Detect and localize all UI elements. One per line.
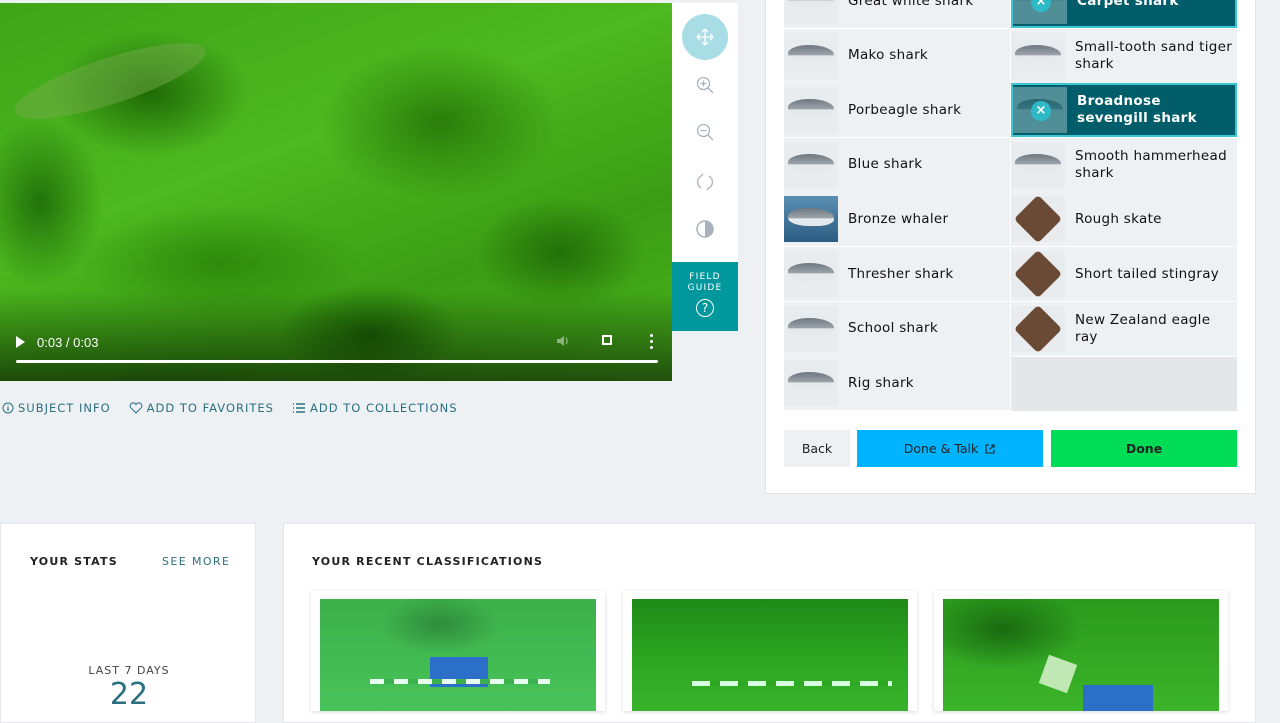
- species-choice-label: Rough skate: [1075, 210, 1162, 227]
- species-choice[interactable]: Small-tooth sand tiger shark: [1011, 28, 1237, 83]
- species-choice-label: Carpet shark: [1077, 0, 1179, 9]
- species-thumbnail: [784, 305, 838, 352]
- subject-meta-links: SUBJECT INFO ADD TO FAVORITES ADD TO COL…: [2, 401, 458, 415]
- video-seek-bar[interactable]: [16, 360, 658, 363]
- species-thumbnail: [784, 87, 838, 134]
- done-and-talk-label: Done & Talk: [903, 441, 979, 456]
- species-choice[interactable]: Great white shark: [784, 0, 1010, 28]
- species-thumbnail: [1011, 141, 1065, 188]
- video-frame-shape: [7, 28, 213, 134]
- species-choice-label: Bronze whaler: [848, 210, 949, 227]
- species-choice[interactable]: New Zealand eagle ray: [1011, 301, 1237, 356]
- contrast-icon: [696, 220, 714, 238]
- add-to-collections-link[interactable]: ADD TO COLLECTIONS: [292, 401, 458, 415]
- zoom-in-icon: [696, 76, 714, 94]
- recent-thumbnail-3: [943, 599, 1219, 711]
- invert-tool[interactable]: [672, 206, 738, 252]
- external-link-icon: [985, 443, 995, 454]
- zoom-in-tool[interactable]: [672, 62, 738, 108]
- subject-video[interactable]: 0:03 / 0:03: [0, 3, 672, 381]
- species-choice-label: Porbeagle shark: [848, 101, 962, 118]
- species-thumbnail: [1011, 251, 1065, 297]
- species-choice[interactable]: Bronze whaler: [784, 192, 1010, 247]
- species-thumbnail: [1011, 196, 1065, 243]
- species-choice-label: Broadnose sevengill shark: [1077, 93, 1197, 127]
- species-choice-label: Thresher shark: [848, 265, 954, 282]
- empty-choice-cell: [1011, 357, 1237, 411]
- fullscreen-icon[interactable]: [602, 335, 612, 345]
- species-choice-label: Great white shark: [848, 0, 974, 9]
- field-guide-label-1: FIELD: [689, 272, 721, 282]
- species-choice[interactable]: Rough skate: [1011, 192, 1237, 247]
- video-controls: 0:03 / 0:03: [0, 327, 672, 357]
- add-to-favorites-label: ADD TO FAVORITES: [146, 401, 274, 415]
- done-button[interactable]: Done: [1051, 430, 1237, 467]
- species-choice[interactable]: Rig shark: [784, 356, 1010, 411]
- subject-info-label: SUBJECT INFO: [18, 401, 111, 415]
- stats-period: LAST 7 DAYS: [88, 664, 170, 677]
- rotate-tool[interactable]: [672, 159, 738, 205]
- recent-thumbnail-1: [320, 599, 596, 711]
- info-icon: [2, 402, 14, 414]
- species-thumbnail: [1011, 305, 1065, 352]
- species-choice[interactable]: Blue shark: [784, 137, 1010, 192]
- species-choice-label: Blue shark: [848, 156, 923, 173]
- back-button[interactable]: Back: [784, 430, 850, 467]
- species-choice-label: New Zealand eagle ray: [1075, 311, 1211, 345]
- heart-icon: [129, 402, 143, 414]
- species-choice[interactable]: Short tailed stingray: [1011, 247, 1237, 301]
- species-choice[interactable]: Thresher shark: [784, 247, 1010, 301]
- species-choice[interactable]: Mako shark: [784, 28, 1010, 83]
- list-icon: [293, 403, 305, 413]
- species-choice-label: Mako shark: [848, 47, 929, 64]
- video-time: 0:03 / 0:03: [37, 334, 99, 350]
- species-thumbnail: [784, 32, 838, 79]
- recent-thumbnail-2: [632, 599, 908, 711]
- field-guide-label-2: GUIDE: [687, 283, 723, 293]
- play-icon[interactable]: [16, 336, 25, 348]
- rotate-icon: [697, 173, 713, 191]
- species-choice[interactable]: School shark: [784, 301, 1010, 356]
- zoom-out-icon: [696, 123, 714, 141]
- add-to-collections-label: ADD TO COLLECTIONS: [310, 401, 458, 415]
- stats-title: YOUR STATS: [30, 555, 118, 568]
- species-thumbnail: [784, 360, 838, 407]
- species-choice[interactable]: Smooth hammerhead shark: [1011, 137, 1237, 192]
- species-thumbnail: [1011, 32, 1065, 79]
- species-choice-label: Short tailed stingray: [1075, 265, 1220, 282]
- species-choice-label: Smooth hammerhead shark: [1075, 147, 1227, 181]
- species-choice-label: Small-tooth sand tiger shark: [1075, 38, 1233, 72]
- subject-info-link[interactable]: SUBJECT INFO: [2, 401, 111, 415]
- stats-count: 22: [109, 677, 149, 712]
- done-and-talk-button[interactable]: Done & Talk: [857, 430, 1043, 467]
- recent-classification-1[interactable]: [311, 591, 605, 711]
- recent-classification-3[interactable]: [934, 591, 1228, 711]
- add-to-favorites-link[interactable]: ADD TO FAVORITES: [129, 401, 274, 415]
- zoom-out-tool[interactable]: [672, 109, 738, 155]
- help-icon: ?: [696, 299, 714, 317]
- species-thumbnail: [784, 251, 838, 297]
- recent-title: YOUR RECENT CLASSIFICATIONS: [312, 555, 544, 568]
- move-tool[interactable]: [672, 14, 738, 60]
- species-thumbnail: [784, 141, 838, 188]
- species-choice[interactable]: × Carpet shark: [1011, 0, 1237, 28]
- species-choice-label: Rig shark: [848, 374, 914, 391]
- species-choice-label: School shark: [848, 320, 938, 337]
- volume-icon[interactable]: [556, 334, 570, 348]
- species-choice[interactable]: × Broadnose sevengill shark: [1011, 83, 1237, 138]
- move-icon: [696, 28, 714, 46]
- see-more-link[interactable]: SEE MORE: [162, 555, 230, 568]
- species-thumbnail: [784, 0, 838, 24]
- recent-classification-2[interactable]: [623, 591, 917, 711]
- stats-card: YOUR STATS SEE MORE LAST 7 DAYS 22: [0, 523, 256, 723]
- species-thumbnail: [784, 196, 838, 243]
- field-guide-button[interactable]: FIELD GUIDE ?: [672, 262, 738, 331]
- species-choice[interactable]: Porbeagle shark: [784, 83, 1010, 138]
- more-options-icon[interactable]: [650, 332, 654, 352]
- recent-classifications-card: YOUR RECENT CLASSIFICATIONS: [283, 523, 1256, 723]
